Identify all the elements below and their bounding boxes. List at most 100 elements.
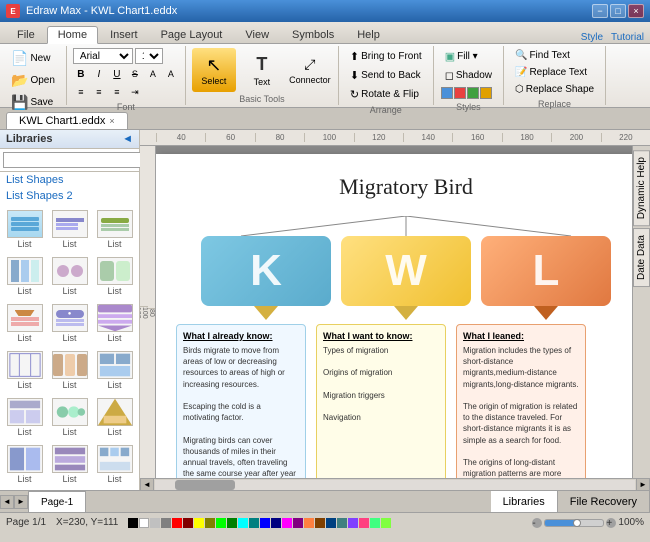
tab-help[interactable]: Help [346,26,391,43]
doc-tab-close-btn[interactable]: × [109,116,114,126]
page-nav-prev-btn[interactable]: ◄ [0,495,14,509]
zoom-in-btn[interactable]: + [606,518,616,528]
tab-file[interactable]: File [6,26,46,43]
color-swatch-orange[interactable] [304,518,314,528]
color-swatch-yellow[interactable] [194,518,204,528]
shadow-btn[interactable]: ◻ Shadow [440,67,497,84]
page-tab[interactable]: Page-1 [28,491,86,512]
color-swatch-maroon[interactable] [183,518,193,528]
bring-to-front-btn[interactable]: ⬆ Bring to Front [345,48,427,65]
tab-symbols[interactable]: Symbols [281,26,345,43]
kwl-box-w[interactable]: W [341,236,471,306]
shape-item[interactable]: List [94,396,135,439]
color-swatch-brown[interactable] [315,518,325,528]
color-swatch-black[interactable] [128,518,138,528]
color-swatch-chartreuse[interactable] [381,518,391,528]
send-to-back-btn[interactable]: ⬇ Send to Back [345,67,426,84]
align-left-btn[interactable]: ≡ [73,84,89,100]
right-tab-date-data[interactable]: Date Data [633,228,650,287]
tab-page-layout[interactable]: Page Layout [150,26,234,43]
zoom-slider-thumb[interactable] [573,519,581,527]
shape-item[interactable]: List [94,443,135,486]
doc-tab[interactable]: KWL Chart1.eddx × [6,112,128,129]
scroll-right-btn[interactable]: ► [636,478,650,491]
tab-insert[interactable]: Insert [99,26,149,43]
tutorial-link[interactable]: Tutorial [611,32,644,43]
strikethrough-btn[interactable]: S [127,66,143,82]
shape-item[interactable]: List [49,208,90,251]
color-swatch-lime[interactable] [216,518,226,528]
style-swatch-2[interactable] [454,87,466,99]
shape-item[interactable]: List [49,396,90,439]
new-btn[interactable]: 📄New [6,48,60,69]
text-btn[interactable]: T Text [240,48,284,92]
color-swatch-olive[interactable] [205,518,215,528]
shape-item[interactable]: List [4,443,45,486]
shape-item[interactable]: List [4,349,45,392]
sidebar-search-input[interactable] [3,152,143,168]
select-btn[interactable]: ↖ Select [192,48,236,92]
canvas-scroll[interactable]: Migratory Bird K [156,146,632,478]
font-name-select[interactable]: Arial [73,48,133,64]
color-swatch-darkblue[interactable] [326,518,336,528]
shape-item[interactable]: List [49,349,90,392]
shape-item[interactable]: List [4,208,45,251]
shape-item[interactable]: List [94,349,135,392]
style-swatch-1[interactable] [441,87,453,99]
sidebar-list-item-shapes2[interactable]: List Shapes 2 [0,188,139,204]
font-color2-btn[interactable]: A [163,66,179,82]
color-swatch-teal[interactable] [249,518,259,528]
style-swatch-4[interactable] [480,87,492,99]
shape-item[interactable]: List [4,255,45,298]
shape-item[interactable]: List [49,255,90,298]
italic-btn[interactable]: I [91,66,107,82]
style-swatch-3[interactable] [467,87,479,99]
zoom-slider[interactable] [544,519,604,527]
bottom-tab-file-recovery[interactable]: File Recovery [558,491,650,512]
color-swatch-violet[interactable] [348,518,358,528]
font-color-btn[interactable]: A [145,66,161,82]
right-tab-dynamic-help[interactable]: Dynamic Help [633,150,650,226]
close-btn[interactable]: × [628,4,644,18]
scroll-thumb-h[interactable] [175,480,235,490]
connector-btn[interactable]: ⤢ Connector [288,48,332,92]
maximize-btn[interactable]: □ [610,4,626,18]
color-swatch-purple[interactable] [293,518,303,528]
save-btn[interactable]: 💾Save [6,92,60,113]
color-swatch-navy[interactable] [271,518,281,528]
scroll-track-h[interactable] [155,480,635,490]
bottom-tab-libraries[interactable]: Libraries [491,491,558,512]
zoom-out-btn[interactable]: - [532,518,542,528]
open-btn[interactable]: 📂Open [6,70,60,91]
color-swatch-silver[interactable] [150,518,160,528]
shape-item[interactable]: List [49,443,90,486]
tab-view[interactable]: View [234,26,280,43]
rotate-flip-btn[interactable]: ↻ Rotate & Flip [345,86,424,103]
font-size-select[interactable]: 10 [135,48,163,64]
color-swatch-mint[interactable] [370,518,380,528]
bold-btn[interactable]: B [73,66,89,82]
minimize-btn[interactable]: − [592,4,608,18]
find-text-btn[interactable]: 🔍 Find Text [510,48,575,63]
underline-btn[interactable]: U [109,66,125,82]
color-swatch-pink[interactable] [359,518,369,528]
scrollbar-horizontal[interactable]: ◄ ► [140,478,650,490]
shape-item[interactable]: ● List [49,302,90,345]
color-swatch-magenta[interactable] [282,518,292,528]
shape-item[interactable]: List [94,208,135,251]
color-swatch-red[interactable] [172,518,182,528]
sidebar-list-item-shapes1[interactable]: List Shapes [0,172,139,188]
color-swatch-blue[interactable] [260,518,270,528]
style-link[interactable]: Style [581,32,603,43]
align-right-btn[interactable]: ≡ [109,84,125,100]
fill-btn[interactable]: ▣ Fill ▾ [440,48,483,65]
scroll-left-btn[interactable]: ◄ [140,478,154,491]
shape-item[interactable]: List [4,396,45,439]
align-center-btn[interactable]: ≡ [91,84,107,100]
kwl-box-l[interactable]: L [481,236,611,306]
kwl-box-k[interactable]: K [201,236,331,306]
tab-home[interactable]: Home [47,26,98,44]
color-swatch-gray[interactable] [161,518,171,528]
sidebar-collapse-btn[interactable]: ◄ [122,133,133,145]
page-nav-next-btn[interactable]: ► [14,495,28,509]
